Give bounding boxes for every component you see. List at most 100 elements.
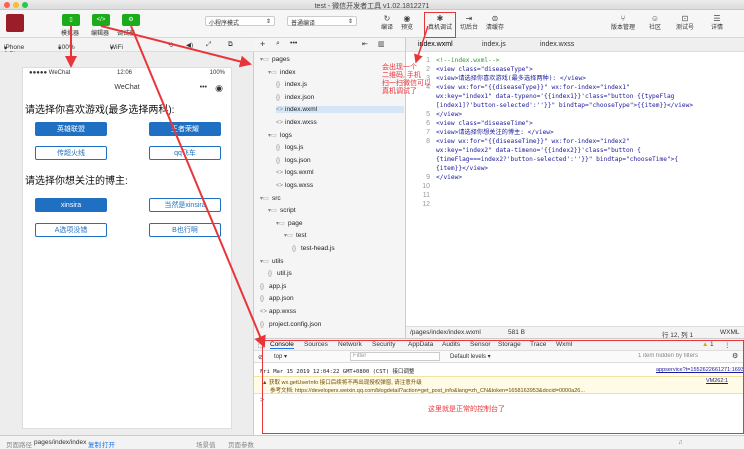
mode-select-value: 小程序模式	[209, 21, 240, 27]
option-blogger-4[interactable]: B也行啊	[149, 223, 221, 237]
add-icon[interactable]: +	[260, 39, 265, 49]
tab-index-wxml[interactable]: index.wxml	[418, 41, 453, 48]
avatar[interactable]	[6, 14, 24, 32]
file-tree-item[interactable]: <> index.wxml	[276, 106, 404, 114]
file-tree-item[interactable]: ▾▭ page	[276, 220, 404, 227]
folder-icon: ▾▭	[260, 195, 269, 202]
debugger-label: 调试器	[117, 31, 136, 37]
copy-link[interactable]: 复制	[88, 439, 101, 449]
search-icon[interactable]: ⌕	[276, 40, 280, 48]
simulator-button[interactable]: ▯	[62, 14, 80, 26]
file-tree-item[interactable]: {} project.config.json	[260, 321, 404, 328]
file-tree-item-label: logs.wxss	[285, 182, 314, 189]
file-tree-item-label: utils	[272, 257, 284, 265]
file-tree-item[interactable]: ▾▭ logs	[268, 132, 404, 139]
phone-status-bar: ●●●●● WeChat 12:06 100%	[23, 68, 231, 78]
background-button[interactable]: ⇥ 切后台	[456, 14, 482, 32]
folder-icon: ▾▭	[284, 233, 293, 240]
code-line: <view class="diseaseTime">	[436, 120, 533, 127]
layout-icon[interactable]: ▥	[378, 40, 385, 48]
phone-nav-bar: WeChat ••• ◉	[23, 80, 231, 96]
volume-icon[interactable]: ◀)	[186, 41, 193, 49]
file-tree-item-label: app.json	[269, 295, 294, 303]
file-tree-item[interactable]: ▾▭ src	[260, 195, 404, 202]
title-bar: test - 微信开发者工具 v1.02.1812271	[0, 0, 744, 10]
file-tree-item[interactable]: ▾▭ test	[284, 232, 404, 239]
js-file-icon: {}	[268, 271, 273, 278]
file-tree-item-label: app.wxss	[269, 308, 297, 315]
tab-index-js[interactable]: index.js	[482, 41, 506, 48]
file-tree-item[interactable]: {} logs.json	[276, 157, 404, 164]
line-number: 5	[426, 111, 430, 118]
community-button[interactable]: ☺ 社区	[642, 14, 668, 32]
option-blogger-1[interactable]: xinsira	[35, 198, 107, 212]
file-tree-item-label: index.wxss	[285, 119, 317, 126]
js-file-icon: {}	[292, 246, 297, 252]
nav-title: WeChat	[114, 84, 140, 91]
option-game-4[interactable]: qq飞车	[149, 146, 221, 160]
clear-cache-button[interactable]: ⊜ 清缓存	[482, 14, 508, 32]
file-tree-item[interactable]: {} app.json	[260, 295, 404, 302]
tab-index-wxss[interactable]: index.wxss	[540, 41, 574, 48]
debugger-button[interactable]: ⚙	[122, 14, 140, 26]
line-number: 6	[426, 120, 430, 127]
fullscreen-icon[interactable]: ⤢	[206, 41, 211, 49]
js-file-icon: {}	[276, 145, 281, 152]
code-line: <!--index.wxml-->	[436, 57, 500, 64]
file-tree-item[interactable]: <> index.wxss	[276, 119, 404, 126]
option-game-1[interactable]: 英雄联盟	[35, 122, 107, 136]
folder-icon: ▾▭	[260, 258, 269, 265]
mode-select[interactable]: 小程序模式 ⇕	[205, 16, 275, 27]
file-tree-item[interactable]: <> logs.wxml	[276, 169, 404, 176]
detach-icon[interactable]: ⧉	[228, 41, 233, 49]
details-button[interactable]: ☰ 详情	[704, 14, 730, 32]
open-link[interactable]: 打开	[102, 439, 115, 449]
file-tree-item[interactable]: <> app.wxss	[260, 308, 404, 315]
file-path: /pages/index/index.wxml	[410, 329, 481, 336]
code-content[interactable]: <!--index.wxml--> <view class="diseaseTyp…	[436, 56, 742, 209]
editor-button[interactable]: </>	[92, 14, 110, 26]
file-tree-item-label: test	[296, 232, 307, 240]
page-path-label: 页面路径	[6, 442, 32, 449]
file-tree-item-label: logs.wxml	[285, 169, 314, 177]
file-tree-item[interactable]: ▾▭ utils	[260, 258, 404, 265]
bell-icon[interactable]: ♫	[678, 439, 683, 446]
file-tree-item[interactable]: {} logs.js	[276, 144, 404, 151]
compile-select[interactable]: 普通编译 ⇕	[287, 16, 357, 27]
code-line: wx:key="index1" data-typeno='{{index1}}'…	[436, 93, 675, 100]
collapse-icon[interactable]: ⇤	[362, 40, 368, 48]
code-line: <view wx:for="{{diseaseType}}" wx:for-in…	[436, 84, 630, 91]
switch-icon: ⇥	[465, 14, 473, 23]
file-tree-item[interactable]: {} app.js	[260, 283, 404, 290]
close-target-icon[interactable]: ◉	[215, 80, 223, 96]
language-mode[interactable]: WXML	[720, 329, 740, 336]
option-blogger-2[interactable]: 当然是xinsira	[149, 198, 221, 212]
phone-screen: ●●●●● WeChat 12:06 100% WeChat ••• ◉ 请选择…	[22, 67, 232, 429]
remote-debug-highlight	[424, 12, 456, 38]
more-icon[interactable]: •••	[200, 80, 207, 96]
json-file-icon: {}	[276, 94, 281, 101]
line-number: 12	[422, 201, 430, 208]
clock: 12:06	[117, 70, 133, 76]
file-tree-item[interactable]: ▾▭ script	[268, 207, 404, 214]
folder-icon: ▾▭	[260, 57, 269, 63]
file-tree-item-label: test-head.js	[301, 245, 335, 252]
blogger-question: 请选择你想关注的博主:	[25, 176, 128, 187]
option-blogger-3[interactable]: A选项没错	[35, 223, 107, 237]
version-button[interactable]: ⑂ 版本管理	[610, 14, 636, 32]
test-account-button[interactable]: ⊡ 测试号	[672, 14, 698, 32]
file-tree-toolbar: + ⌕ ••• ⇤ ▥	[254, 38, 405, 52]
file-tree-item[interactable]: <> logs.wxss	[276, 182, 404, 189]
option-game-2[interactable]: 王者荣耀	[149, 122, 221, 136]
more-icon[interactable]: •••	[290, 40, 297, 47]
code-line: <view>请选择你想关注的博主: </view>	[436, 129, 554, 136]
version-label: 版本管理	[610, 25, 635, 31]
details-label: 详情	[710, 25, 723, 31]
file-tree-item[interactable]: {} test-head.js	[292, 245, 404, 252]
option-game-3[interactable]: 传超火线	[35, 146, 107, 160]
preview-button[interactable]: ◉ 预览	[394, 14, 420, 32]
file-tree-item[interactable]: {} util.js	[268, 270, 404, 277]
rotate-icon[interactable]: ⟲	[168, 41, 173, 49]
